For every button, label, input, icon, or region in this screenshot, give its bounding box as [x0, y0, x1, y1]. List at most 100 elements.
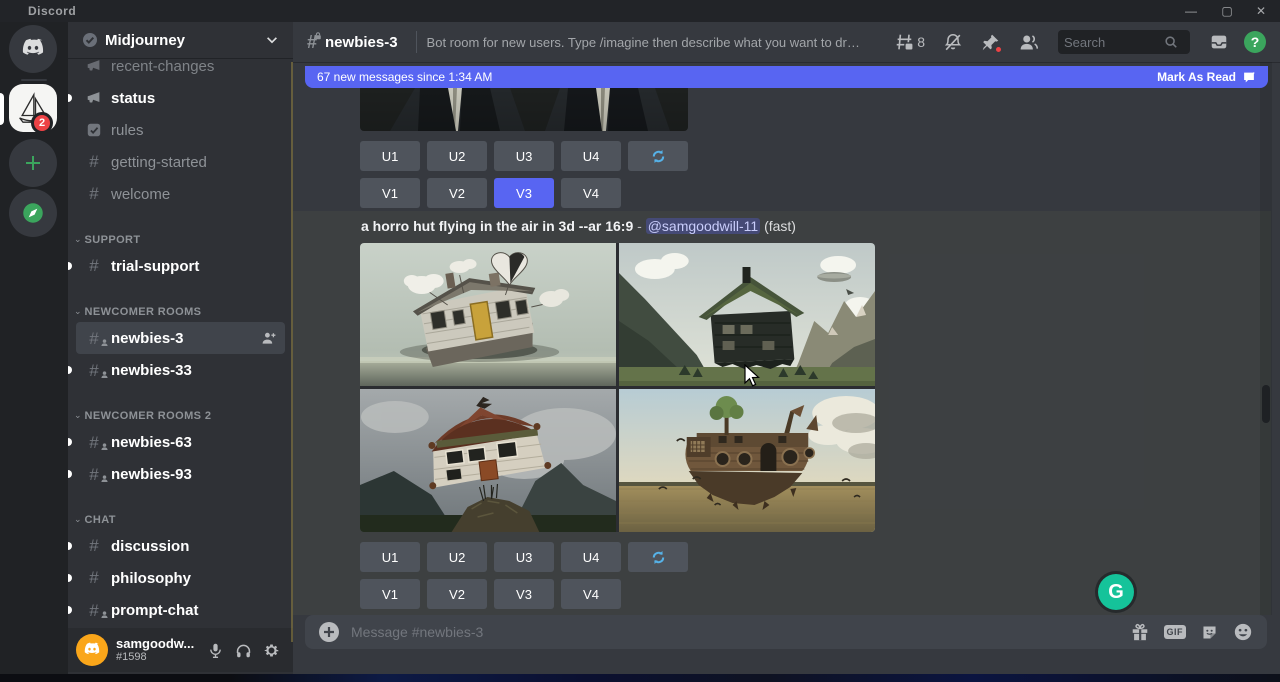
sticker-icon: [1200, 623, 1219, 642]
gift-button[interactable]: [1130, 622, 1150, 642]
reroll-button[interactable]: [628, 141, 688, 171]
chat-scrollbar-track[interactable]: [1260, 62, 1272, 615]
channel-discussion[interactable]: # discussion: [68, 530, 293, 562]
channel-philosophy[interactable]: # philosophy: [68, 562, 293, 594]
v4-button[interactable]: V4: [561, 579, 621, 609]
grid-image-balloon-house[interactable]: [360, 243, 616, 386]
message-composer: GIF: [305, 615, 1267, 649]
channel-newbies-3[interactable]: # newbies-3: [76, 322, 285, 354]
attach-file-button[interactable]: [319, 622, 339, 642]
hash-people-icon: #: [84, 362, 104, 379]
discord-logo-icon: [19, 38, 47, 60]
channel-topic[interactable]: Bot room for new users. Type /imagine th…: [427, 35, 867, 50]
chevron-down-icon: [265, 33, 279, 47]
channel-newbies-63[interactable]: # newbies-63: [68, 426, 293, 458]
search-input[interactable]: [1064, 35, 1164, 50]
mark-read-icon: [1242, 71, 1256, 84]
grammarly-button[interactable]: G: [1098, 574, 1134, 610]
u1-button[interactable]: U1: [360, 141, 420, 171]
invite-members-button[interactable]: [261, 330, 277, 346]
emoji-picker-button[interactable]: [1233, 622, 1253, 642]
u1-button[interactable]: U1: [360, 542, 420, 572]
discord-clyde-icon: [82, 642, 102, 658]
user-info[interactable]: samgoodw... #1598: [116, 637, 201, 663]
channel-prompt-chat[interactable]: # prompt-chat: [68, 594, 293, 626]
u3-button[interactable]: U3: [494, 141, 554, 171]
channel-getting-started[interactable]: # getting-started: [68, 146, 293, 178]
unread-dot: [68, 470, 72, 478]
v1-button[interactable]: V1: [360, 178, 420, 208]
u4-button[interactable]: U4: [561, 542, 621, 572]
message1-upscale-row: U1 U2 U3 U4: [360, 141, 760, 171]
add-server-button[interactable]: [9, 139, 57, 187]
member-list-button[interactable]: [1018, 32, 1039, 53]
server-header-dropdown[interactable]: Midjourney: [68, 22, 293, 58]
u2-button[interactable]: U2: [427, 141, 487, 171]
unread-dot: [68, 606, 72, 614]
v2-button[interactable]: V2: [427, 579, 487, 609]
v3-button[interactable]: V3: [494, 579, 554, 609]
deafen-button[interactable]: [229, 636, 257, 664]
user-settings-button[interactable]: [257, 636, 285, 664]
chevron-down-icon: ⌄: [74, 306, 82, 317]
category-newcomer-rooms-2[interactable]: ⌄ NEWCOMER ROOMS 2: [68, 398, 293, 426]
explore-servers-button[interactable]: [9, 189, 57, 237]
chevron-down-icon: ⌄: [74, 234, 82, 245]
channel-welcome[interactable]: # welcome: [68, 178, 293, 210]
chevron-down-icon: ⌄: [74, 410, 82, 421]
grid-image-mountain-cabin[interactable]: [619, 243, 875, 386]
message1-image-attachment[interactable]: [360, 88, 688, 131]
help-button[interactable]: ?: [1244, 31, 1266, 53]
grid-image-crooked-house[interactable]: [360, 389, 616, 532]
channel-sidebar: recent-changes status rules # getting-st…: [68, 22, 293, 682]
hash-people-icon: #: [84, 330, 104, 347]
user-mention[interactable]: @samgoodwill-11: [646, 218, 760, 234]
u4-button[interactable]: U4: [561, 141, 621, 171]
search-box[interactable]: [1058, 30, 1190, 54]
headphones-icon: [235, 642, 252, 659]
compass-icon: [20, 200, 46, 226]
notifications-muted-button[interactable]: [943, 32, 963, 52]
mark-as-read-button[interactable]: Mark As Read: [1157, 70, 1236, 84]
window-close-button[interactable]: ✕: [1246, 2, 1276, 20]
message-input[interactable]: [351, 624, 1116, 640]
discord-home-button[interactable]: [9, 25, 57, 73]
channel-newbies-33[interactable]: # newbies-33: [68, 354, 293, 386]
selected-server-pill: [0, 93, 4, 125]
u3-button[interactable]: U3: [494, 542, 554, 572]
message1-variation-row: V1 V2 V3 V4: [360, 178, 760, 208]
gear-icon: [263, 642, 280, 659]
new-messages-bar[interactable]: 67 new messages since 1:34 AM Mark As Re…: [305, 66, 1268, 88]
v4-button[interactable]: V4: [561, 178, 621, 208]
message2-image-grid: [360, 243, 875, 532]
message2-prompt-line: a horro hut flying in the air in 3d --ar…: [361, 218, 796, 234]
unread-dot: [68, 262, 72, 270]
v2-button[interactable]: V2: [427, 178, 487, 208]
category-newcomer-rooms[interactable]: ⌄ NEWCOMER ROOMS: [68, 294, 293, 322]
window-minimize-button[interactable]: —: [1176, 2, 1206, 20]
emoji-smiley-icon: [1233, 622, 1253, 642]
category-chat[interactable]: ⌄ CHAT: [68, 502, 293, 530]
v3-button-highlighted[interactable]: V3: [494, 178, 554, 208]
unread-dot: [68, 366, 72, 374]
gif-picker-button[interactable]: GIF: [1164, 625, 1187, 639]
u2-button[interactable]: U2: [427, 542, 487, 572]
inbox-button[interactable]: [1209, 32, 1229, 52]
reroll-button[interactable]: [628, 542, 688, 572]
channel-status[interactable]: status: [68, 82, 293, 114]
mute-microphone-button[interactable]: [201, 636, 229, 664]
grid-image-floating-ship-house[interactable]: [619, 389, 875, 532]
v1-button[interactable]: V1: [360, 579, 420, 609]
sticker-picker-button[interactable]: [1200, 623, 1219, 642]
window-maximize-button[interactable]: ▢: [1212, 2, 1242, 20]
channel-newbies-93[interactable]: # newbies-93: [68, 458, 293, 490]
channel-rules[interactable]: rules: [68, 114, 293, 146]
pinned-messages-button[interactable]: [981, 33, 1000, 52]
category-support[interactable]: ⌄ SUPPORT: [68, 222, 293, 250]
threads-button[interactable]: 8: [894, 32, 925, 52]
sidebar-main-divider: [291, 62, 293, 642]
channel-trial-support[interactable]: # trial-support: [68, 250, 293, 282]
chat-scrollbar-thumb[interactable]: [1262, 385, 1270, 423]
user-avatar[interactable]: [76, 634, 108, 666]
unread-dot: [68, 574, 72, 582]
